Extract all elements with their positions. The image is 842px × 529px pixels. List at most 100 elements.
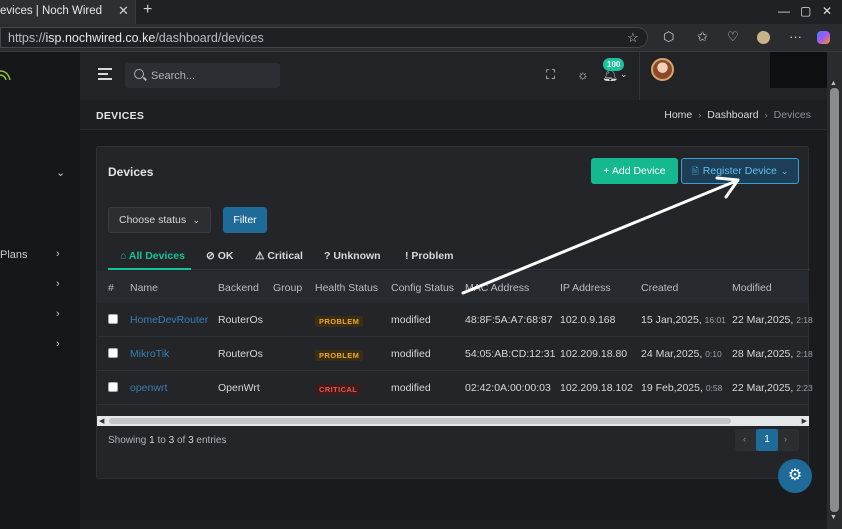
col-created[interactable]: Created — [641, 282, 678, 294]
tab-critical[interactable]: ⚠ Critical — [255, 250, 303, 262]
logo-icon — [0, 70, 11, 81]
tab-ok-label: OK — [217, 250, 234, 262]
theme-toggle-icon[interactable]: ☼ — [577, 67, 589, 82]
scroll-right-icon[interactable]: ▶ — [802, 417, 807, 425]
device-name-link[interactable]: openwrt — [130, 382, 167, 394]
search-icon — [134, 69, 144, 79]
browser-tab-bar: evices | Noch Wired ✕ + — ▢ ✕ — [0, 0, 842, 24]
top-header: ⛶ ☼ 🔔︎ 100 ⌄ — [80, 52, 842, 100]
modified-date: 22 Mar,2025, — [732, 314, 794, 326]
config-status: modified — [391, 348, 431, 360]
scroll-thumb[interactable] — [830, 88, 839, 512]
col-group[interactable]: Group — [273, 282, 302, 294]
row-checkbox[interactable] — [108, 348, 118, 358]
tab-all-devices[interactable]: ⌂ All Devices — [120, 250, 185, 262]
pagination-summary: Showing 1 to 3 of 3 entries — [108, 435, 226, 446]
status-select-value: Choose status — [119, 214, 187, 226]
profile-icon[interactable] — [757, 31, 770, 44]
url-field[interactable]: https://isp.nochwired.co.ke/dashboard/de… — [0, 27, 648, 48]
table-horizontal-scrollbar[interactable]: ◀ ▶ — [97, 416, 809, 426]
copilot-icon[interactable] — [817, 31, 830, 44]
health-status-badge: PROBLEM — [315, 316, 364, 327]
tab-all-devices-label: All Devices — [128, 250, 185, 262]
bookmark-star-icon[interactable]: ☆ — [627, 30, 639, 46]
more-options-icon[interactable]: ··· — [789, 29, 802, 44]
scroll-left-icon[interactable]: ◀ — [99, 417, 104, 425]
browser-tab[interactable]: evices | Noch Wired ✕ — [0, 0, 136, 24]
search-input[interactable] — [151, 63, 276, 88]
register-device-button[interactable]: 🗎 Register Device ⌄ — [681, 158, 799, 184]
device-backend: RouterOs — [218, 314, 263, 326]
sidebar-item-3-chevron-icon[interactable]: › — [56, 308, 60, 320]
add-device-button[interactable]: + Add Device — [591, 158, 678, 184]
next-page-icon[interactable]: › — [784, 434, 787, 444]
col-name[interactable]: Name — [130, 282, 158, 294]
sidebar-item-4-chevron-icon[interactable]: › — [56, 338, 60, 350]
mac-address: 48:8F:5A:A7:68:87 — [465, 314, 553, 326]
showing-prefix: Showing — [108, 435, 147, 446]
notification-chevron-icon[interactable]: ⌄ — [620, 69, 628, 80]
status-select[interactable]: Choose status ⌄ — [108, 207, 211, 233]
created-time: 0:58 — [705, 383, 723, 393]
breadcrumb-sep-icon: › — [698, 110, 702, 120]
sidebar-item-0-chevron-icon[interactable]: ⌄ — [56, 166, 65, 179]
scroll-up-icon[interactable]: ▲ — [830, 80, 837, 87]
device-name-link[interactable]: MikroTik — [130, 348, 169, 360]
tab-unknown[interactable]: ? Unknown — [324, 250, 381, 262]
maximize-icon[interactable]: ▢ — [800, 4, 811, 18]
breadcrumb-sep-icon: › — [764, 110, 768, 120]
table-header: # Name Backend Group Health Status Confi… — [97, 271, 809, 303]
breadcrumb-dashboard[interactable]: Dashboard — [707, 109, 758, 121]
col-config[interactable]: Config Status — [391, 282, 454, 294]
fullscreen-icon[interactable]: ⛶ — [546, 67, 555, 83]
close-tab-icon[interactable]: ✕ — [118, 3, 129, 19]
tab-title: evices | Noch Wired — [0, 5, 103, 17]
filter-button[interactable]: Filter — [223, 207, 267, 233]
chevron-down-icon: ⌄ — [780, 166, 789, 176]
device-backend: RouterOs — [218, 348, 263, 360]
extensions-icon[interactable]: ⬡ — [663, 29, 674, 45]
hamburger-menu-icon[interactable] — [98, 68, 112, 80]
col-modified[interactable]: Modified — [732, 282, 772, 294]
close-window-icon[interactable]: ✕ — [822, 4, 832, 18]
device-name-link[interactable]: HomeDevRouter — [130, 314, 208, 326]
breadcrumb: Home › Dashboard › Devices — [664, 109, 811, 121]
favorites-icon[interactable]: ✩ — [697, 29, 708, 45]
modified-time: 2:18 — [796, 349, 813, 359]
horizontal-scroll-thumb[interactable] — [109, 418, 731, 424]
col-backend[interactable]: Backend — [218, 282, 259, 294]
browser-essentials-icon[interactable]: ♡ — [727, 29, 739, 45]
page-scrollbar[interactable]: ▲ ▼ — [827, 52, 842, 529]
page-title: DEVICES — [96, 110, 145, 122]
warning-icon: ⚠ — [255, 250, 265, 262]
row-checkbox[interactable] — [108, 314, 118, 324]
sidebar-item-plans[interactable]: Plans — [0, 249, 28, 261]
ip-address: 102.209.18.80 — [560, 348, 628, 360]
tab-problem[interactable]: ! Problem — [405, 250, 453, 262]
tab-critical-label: Critical — [267, 250, 303, 262]
tab-ok[interactable]: ⊘ OK — [206, 250, 233, 262]
created-time: 16:01 — [704, 315, 726, 325]
document-icon: 🗎 — [691, 166, 699, 176]
page-footer — [80, 520, 827, 529]
showing-to: 3 — [168, 435, 175, 446]
row-checkbox[interactable] — [108, 382, 118, 392]
sidebar-item-1-chevron-icon[interactable]: › — [56, 248, 60, 260]
sidebar-item-2-chevron-icon[interactable]: › — [56, 278, 60, 290]
col-ip[interactable]: IP Address — [560, 282, 611, 294]
settings-gear-icon[interactable]: ⚙ — [778, 459, 812, 493]
page-title-bar: DEVICES Home › Dashboard › Devices — [80, 100, 827, 130]
config-status: modified — [391, 314, 431, 326]
page-1-button[interactable]: 1 — [756, 429, 778, 451]
config-status: modified — [391, 382, 431, 394]
url-path: /dashboard/devices — [155, 31, 264, 45]
col-mac[interactable]: MAC Address — [465, 282, 529, 294]
new-tab-icon[interactable]: + — [143, 1, 152, 19]
breadcrumb-home[interactable]: Home — [664, 109, 692, 121]
chevron-down-icon: ⌄ — [192, 215, 200, 225]
prev-page-icon[interactable]: ‹ — [743, 434, 746, 444]
scroll-down-icon[interactable]: ▼ — [830, 514, 837, 521]
col-health[interactable]: Health Status — [315, 282, 378, 294]
avatar[interactable] — [651, 58, 674, 81]
minimize-icon[interactable]: — — [778, 4, 790, 18]
